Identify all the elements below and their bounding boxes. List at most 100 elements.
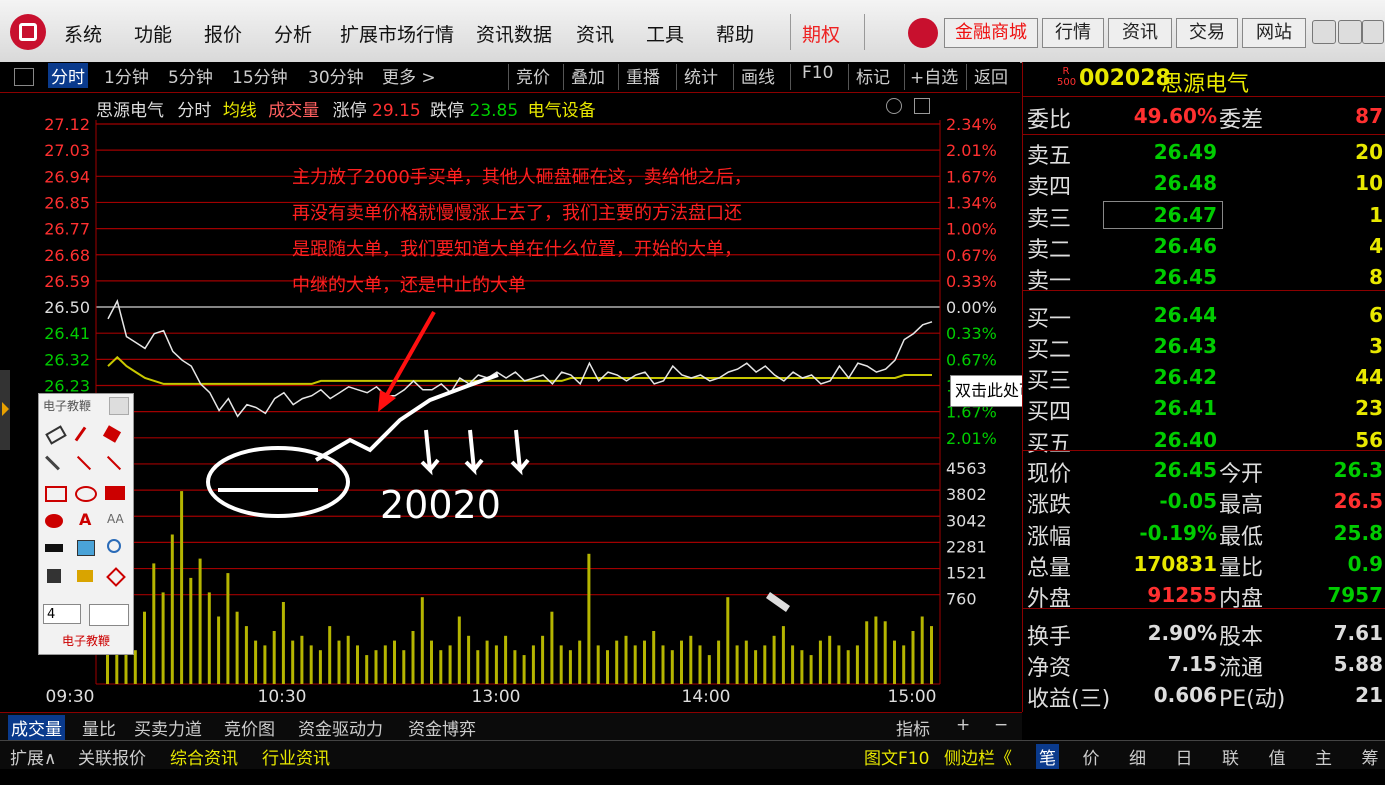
- level-label: 买三: [1027, 369, 1072, 395]
- level-label: 买五: [1027, 431, 1072, 457]
- tab-extend[interactable]: 扩展∧: [10, 744, 56, 769]
- website-button[interactable]: 网站: [1242, 18, 1306, 48]
- close-icon[interactable]: [1362, 20, 1384, 44]
- filled-ellipse-icon[interactable]: [45, 514, 63, 528]
- ellipse-icon[interactable]: [75, 486, 97, 502]
- rectangle-icon[interactable]: [45, 486, 67, 502]
- sell-level-row[interactable]: 卖二 26.46 4: [1023, 232, 1385, 263]
- stat-value: 7.61: [1333, 620, 1383, 645]
- volume-bar: [874, 616, 878, 684]
- tab-buy-sell-force[interactable]: 买卖力道: [134, 715, 202, 740]
- diamond-icon[interactable]: [106, 567, 126, 587]
- volume-bar: [217, 616, 221, 684]
- market-button[interactable]: 行情: [1042, 18, 1104, 48]
- tab-fund-drive[interactable]: 资金驱动力: [298, 715, 383, 740]
- volume-bar: [356, 645, 359, 684]
- volume-bar: [883, 621, 887, 684]
- tab-industry-news[interactable]: 行业资讯: [262, 744, 330, 769]
- side-tab[interactable]: 细: [1129, 744, 1146, 769]
- expand-arrow-icon[interactable]: [2, 402, 9, 416]
- badge-bottom: 500: [1057, 77, 1077, 88]
- buy-level-row[interactable]: 买四 26.41 23: [1023, 394, 1385, 425]
- sell-level-row[interactable]: 卖三 26.47 1: [1023, 200, 1385, 232]
- level-price: 26.44: [1153, 302, 1217, 327]
- side-tab[interactable]: 笔: [1036, 744, 1059, 769]
- eraser-icon[interactable]: [45, 425, 67, 445]
- weicha-value: 87: [1355, 104, 1383, 128]
- volume-bar: [152, 563, 156, 684]
- stat-value: 170831: [1133, 551, 1218, 576]
- sell-level-row[interactable]: 卖五 26.49 20: [1023, 138, 1385, 169]
- minimize-icon[interactable]: [1312, 20, 1336, 44]
- tab-general-news[interactable]: 综合资讯: [170, 744, 238, 769]
- volume-bar: [698, 645, 702, 684]
- volume-bar: [680, 640, 683, 684]
- sell-level-row[interactable]: 卖四 26.48 10: [1023, 169, 1385, 200]
- volume-tick-label: 1521: [946, 564, 987, 583]
- tab-fund-game[interactable]: 资金博弈: [408, 715, 476, 740]
- pen-icon[interactable]: [74, 426, 87, 442]
- volume-tick-label: 3802: [946, 485, 987, 504]
- volume-bar: [383, 645, 387, 684]
- open-folder-icon[interactable]: [77, 570, 93, 582]
- side-tab[interactable]: 筹: [1362, 744, 1379, 769]
- volume-bar: [652, 631, 656, 684]
- side-tab[interactable]: 主: [1315, 744, 1332, 769]
- indicator-tabs: 成交量 量比 买卖力道 竞价图 资金驱动力 资金博弈 指标 + −: [0, 712, 1022, 741]
- color-select[interactable]: [89, 604, 129, 626]
- volume-tick-label: 760: [946, 590, 977, 609]
- pen-size-select[interactable]: 4: [43, 604, 81, 624]
- buy-level-row[interactable]: 买三 26.42 44: [1023, 363, 1385, 395]
- toolbox-close-icon[interactable]: [109, 397, 129, 415]
- line-icon[interactable]: [76, 455, 92, 471]
- intraday-chart[interactable]: 27.12 27.03 26.94 26.85 26.77 26.68 26.59 26.50…: [0, 0, 1022, 712]
- volume-bar: [420, 597, 424, 684]
- text-tool-icon[interactable]: A: [79, 510, 91, 529]
- sidebar-toggle-button[interactable]: 侧边栏《: [944, 744, 1012, 769]
- buy-level-row[interactable]: 买一 26.44 6: [1023, 301, 1385, 332]
- add-indicator-button[interactable]: +: [956, 715, 970, 735]
- volume-bar: [578, 640, 582, 684]
- volume-bar: [133, 650, 137, 684]
- font-size-icon[interactable]: AA: [107, 512, 124, 526]
- level-label: 买二: [1027, 337, 1072, 363]
- annotation-text: 主力放了2000手买单，其他人砸盘砸在这，卖给他之后， 再没有卖单价格就慢慢涨上…: [292, 160, 912, 304]
- side-tab[interactable]: 价: [1083, 744, 1100, 769]
- buy-level-row[interactable]: 买五 26.40 56: [1023, 426, 1385, 457]
- side-tab[interactable]: 值: [1269, 744, 1286, 769]
- side-tab[interactable]: 日: [1176, 744, 1193, 769]
- volume-bar: [346, 635, 350, 684]
- maximize-icon[interactable]: [1338, 20, 1362, 44]
- pencil-icon[interactable]: [45, 455, 60, 471]
- volume-bar: [430, 640, 433, 684]
- news-button[interactable]: 资讯: [1108, 18, 1172, 48]
- tab-volume-ratio[interactable]: 量比: [82, 715, 116, 740]
- marker-icon[interactable]: [102, 425, 122, 443]
- tab-volume[interactable]: 成交量: [8, 715, 65, 740]
- line-width-icon[interactable]: [45, 544, 63, 552]
- tab-related-quotes[interactable]: 关联报价: [78, 744, 146, 769]
- price-tick-label: 27.03: [44, 141, 90, 160]
- side-tab[interactable]: 联: [1222, 744, 1239, 769]
- stat-label: PE(动): [1219, 687, 1286, 713]
- remove-indicator-button[interactable]: −: [994, 715, 1008, 735]
- volume-bar: [189, 577, 193, 684]
- trade-button[interactable]: 交易: [1176, 18, 1238, 48]
- stat-value: 7.15: [1167, 651, 1217, 676]
- indicator-button[interactable]: 指标: [896, 715, 930, 740]
- volume-bar: [568, 650, 572, 684]
- buy-level-row[interactable]: 买二 26.43 3: [1023, 332, 1385, 363]
- level-volume: 10: [1355, 171, 1383, 196]
- f10-graphic-button[interactable]: 图文F10: [864, 744, 929, 769]
- handwritten-down-arrow: [510, 429, 530, 476]
- arrow-icon[interactable]: [106, 455, 122, 471]
- sell-level-row[interactable]: 卖一 26.45 8: [1023, 263, 1385, 294]
- level-price: 26.48: [1153, 171, 1217, 196]
- filled-rect-icon[interactable]: [105, 486, 125, 500]
- screen-icon[interactable]: [77, 540, 95, 556]
- tab-auction-chart[interactable]: 竞价图: [224, 715, 275, 740]
- volume-bar: [531, 645, 535, 684]
- save-icon[interactable]: [47, 569, 61, 583]
- magnifier-icon[interactable]: [107, 539, 121, 553]
- volume-bar: [467, 635, 471, 684]
